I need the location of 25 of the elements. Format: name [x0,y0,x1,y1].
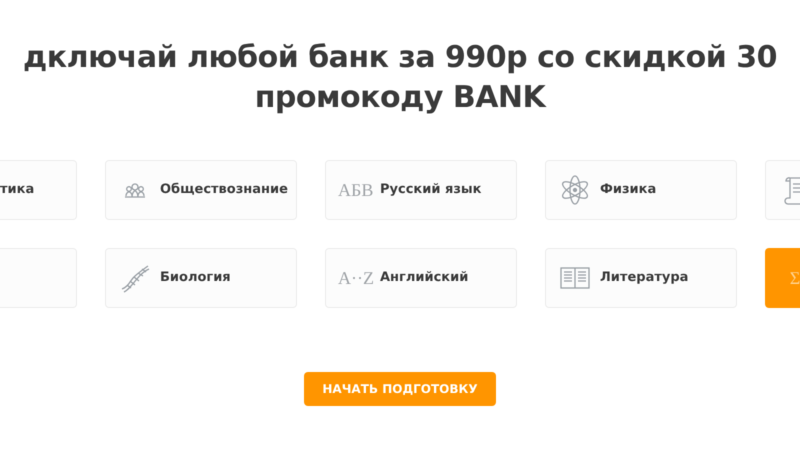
subject-card[interactable]: A··Z Английский [325,248,517,308]
subject-card[interactable]: Биология [105,248,297,308]
letters-icon: Σ [778,264,800,292]
dna-icon [120,263,150,293]
subject-label: тика [0,181,34,200]
people-icon [124,182,146,198]
subject-card[interactable]: АБВ Русский язык [325,160,517,220]
subject-card[interactable]: тика [0,160,77,220]
subject-card[interactable] [765,160,800,220]
subject-label: Обществознание [160,181,288,200]
subject-label: Биология [160,269,231,288]
subject-label: Физика [600,181,656,200]
book-icon [560,266,590,290]
scroll-icon [784,174,800,206]
atom-icon [561,174,589,206]
letters-icon: АБВ [338,176,372,204]
subject-label: Английский [380,269,468,288]
letters-icon: A··Z [338,264,372,292]
subject-card[interactable]: Литература [545,248,737,308]
subject-label: Литература [600,269,688,288]
subject-card[interactable]: Физика [545,160,737,220]
promo-heading: дключай любой банк за 990р со скидкой 30 [23,39,777,77]
subject-card[interactable]: Обществознание [105,160,297,220]
subject-label: Русский язык [380,181,482,200]
promo-heading: промокоду BANK [254,79,546,117]
